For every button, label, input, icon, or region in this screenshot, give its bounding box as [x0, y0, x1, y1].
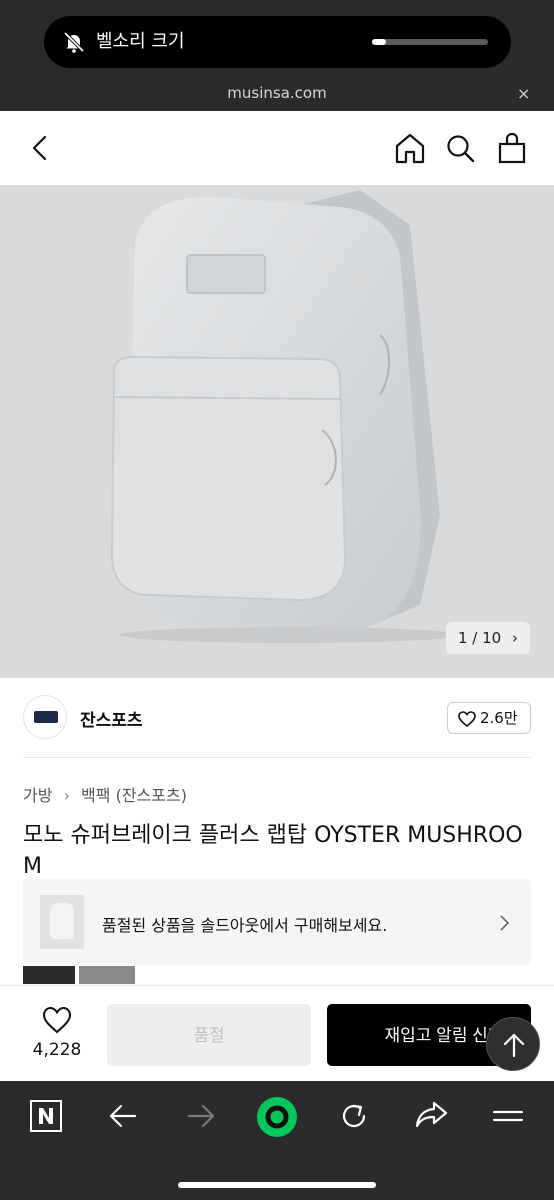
volume-hud: 벨소리 크기 — [44, 16, 511, 68]
brand-logo-mark — [34, 711, 58, 723]
reload-icon[interactable] — [338, 1100, 370, 1132]
brand-like-button[interactable]: 2.6만 — [447, 702, 531, 734]
browser-top-bar: 벨소리 크기 musinsa.com × — [0, 0, 554, 111]
cart-icon[interactable] — [496, 131, 528, 165]
green-record-icon[interactable] — [256, 1096, 298, 1138]
back-arrow-icon[interactable] — [108, 1103, 138, 1129]
pager-count: 1 / 10 — [457, 629, 502, 647]
brand-like-count: 2.6만 — [480, 709, 518, 727]
image-pager[interactable]: 1 / 10 › — [445, 622, 530, 654]
breadcrumb-item[interactable]: 가방 — [23, 782, 52, 806]
backpack-illustration — [110, 190, 460, 643]
brand-name[interactable]: 잔스포츠 — [80, 706, 143, 731]
brand-logo[interactable] — [23, 695, 67, 739]
purchase-bar: 4,228 품절 재입고 알림 신청 — [0, 985, 554, 1081]
soldout-button[interactable]: 품절 — [107, 1004, 311, 1066]
volume-slider — [372, 39, 488, 45]
chevron-right-icon: › — [63, 786, 70, 805]
menu-icon[interactable] — [492, 1105, 524, 1127]
naver-n-icon[interactable] — [29, 1099, 63, 1133]
volume-label: 벨소리 크기 — [96, 31, 185, 52]
wish-button[interactable]: 4,228 — [24, 1004, 90, 1064]
volume-fill — [372, 39, 386, 45]
url-text[interactable]: musinsa.com — [0, 84, 554, 102]
home-indicator[interactable] — [178, 1182, 376, 1188]
soldout-thumbnail — [40, 895, 84, 949]
share-icon[interactable] — [414, 1100, 448, 1130]
product-title: 모노 슈퍼브레이크 플러스 랩탑 OYSTER MUSHROOM — [23, 823, 523, 879]
option-thumbnail[interactable] — [23, 966, 75, 984]
bell-muted-icon — [63, 31, 85, 53]
chevron-right-icon: › — [512, 629, 518, 647]
soldout-notice: 품절된 상품을 솔드아웃에서 구매해보세요. — [102, 916, 388, 935]
close-icon[interactable]: × — [517, 84, 530, 103]
search-icon[interactable] — [445, 133, 477, 165]
chevron-right-icon — [500, 915, 510, 931]
app-header — [0, 111, 554, 185]
breadcrumb-item[interactable]: 백팩 (잔스포츠) — [81, 782, 187, 806]
product-image[interactable]: 1 / 10 › — [0, 185, 554, 678]
heart-icon — [458, 711, 476, 727]
soldout-banner[interactable]: 품절된 상품을 솔드아웃에서 구매해보세요. — [23, 879, 531, 965]
breadcrumb: 가방 › 백팩 (잔스포츠) — [23, 782, 187, 806]
scroll-to-top-button[interactable] — [486, 1017, 540, 1071]
divider — [23, 757, 531, 758]
option-thumbnail[interactable] — [79, 966, 135, 984]
arrow-up-icon — [503, 1033, 525, 1058]
forward-arrow-icon[interactable] — [186, 1103, 216, 1129]
heart-icon — [42, 1006, 72, 1034]
back-icon[interactable] — [28, 134, 52, 162]
home-icon[interactable] — [393, 131, 427, 165]
wish-count: 4,228 — [32, 1040, 82, 1060]
